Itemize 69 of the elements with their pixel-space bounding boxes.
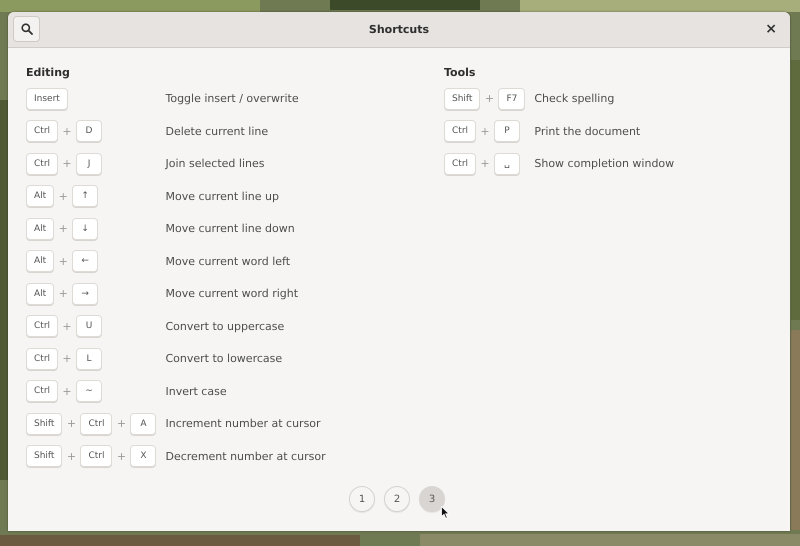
shortcut-description: Move current word left	[165, 254, 292, 268]
plus-sign: +	[58, 287, 69, 300]
shortcut-description: Decrement number at cursor	[165, 450, 326, 462]
key-cap: Ctrl	[80, 412, 112, 434]
key-cap: X	[130, 445, 156, 467]
shortcut-description: Check spelling	[534, 92, 616, 105]
window-title: Shortcuts	[368, 22, 430, 36]
close-button[interactable]: ×	[762, 21, 780, 38]
key-cap: Insert	[26, 88, 68, 110]
section-heading: Editing	[26, 66, 70, 78]
plus-sign: +	[61, 124, 73, 138]
key-cap: ←	[72, 250, 98, 272]
key-cap: Ctrl	[444, 120, 476, 142]
key-cap: ↓	[72, 218, 98, 240]
plus-sign: +	[484, 92, 496, 105]
key-cap: Alt	[26, 185, 54, 207]
shortcut-description: Delete current line	[165, 124, 270, 138]
key-cap: ↑	[72, 185, 98, 207]
key-cap: Alt	[26, 282, 54, 304]
key-cap: Shift	[26, 445, 62, 467]
key-cap: →	[72, 282, 98, 304]
shortcut-description: Convert to lowercase	[165, 352, 284, 365]
key-cap: Ctrl	[26, 348, 58, 370]
plus-sign: +	[58, 222, 69, 235]
page-button[interactable]: 3	[419, 486, 445, 512]
plus-sign: +	[66, 417, 78, 430]
key-cap: Ctrl	[80, 445, 112, 467]
key-cap: Ctrl	[26, 152, 58, 174]
plus-sign: +	[479, 157, 491, 170]
shortcut-description: Increment number at cursor	[165, 417, 322, 430]
shortcut-description: Toggle insert / overwrite	[165, 92, 300, 105]
plus-sign: +	[61, 384, 73, 398]
key-cap: Ctrl	[26, 380, 58, 402]
plus-sign: +	[116, 417, 128, 430]
key-cap: Alt	[26, 250, 54, 272]
plus-sign: +	[66, 450, 78, 462]
plus-sign: +	[58, 254, 69, 268]
shortcut-description: Join selected lines	[165, 157, 266, 170]
plus-sign: +	[61, 352, 73, 365]
plus-sign: +	[61, 157, 73, 170]
key-cap: A	[130, 412, 156, 434]
key-cap: U	[76, 315, 102, 337]
shortcut-description: Move current line up	[165, 190, 280, 202]
plus-sign: +	[116, 450, 128, 462]
page-button[interactable]: 2	[384, 486, 410, 512]
plus-sign: +	[479, 124, 491, 138]
key-cap: P	[494, 120, 520, 142]
key-cap: Alt	[26, 218, 54, 240]
key-cap: ~	[76, 380, 102, 402]
key-cap: Shift	[444, 88, 480, 110]
key-cap: Shift	[26, 412, 62, 434]
key-cap: L	[76, 348, 102, 370]
key-cap: J	[76, 152, 102, 174]
shortcut-description: Print the document	[534, 124, 642, 138]
shortcut-description: Convert to uppercase	[165, 320, 286, 332]
plus-sign: +	[61, 320, 73, 332]
key-cap: Ctrl	[26, 120, 58, 142]
shortcut-description: Move current word right	[165, 287, 300, 300]
key-cap: F7	[498, 88, 526, 110]
section-heading: Tools	[444, 66, 476, 78]
key-cap: Ctrl	[26, 315, 58, 337]
plus-sign: +	[58, 190, 69, 202]
key-cap: D	[76, 120, 102, 142]
page-button[interactable]: 1	[349, 486, 375, 512]
shortcut-description: Show completion window	[534, 157, 674, 170]
shortcut-description: Move current line down	[165, 222, 296, 235]
key-cap: ␣	[494, 152, 520, 174]
shortcut-description: Invert case	[165, 384, 228, 398]
key-cap: Ctrl	[444, 152, 476, 174]
